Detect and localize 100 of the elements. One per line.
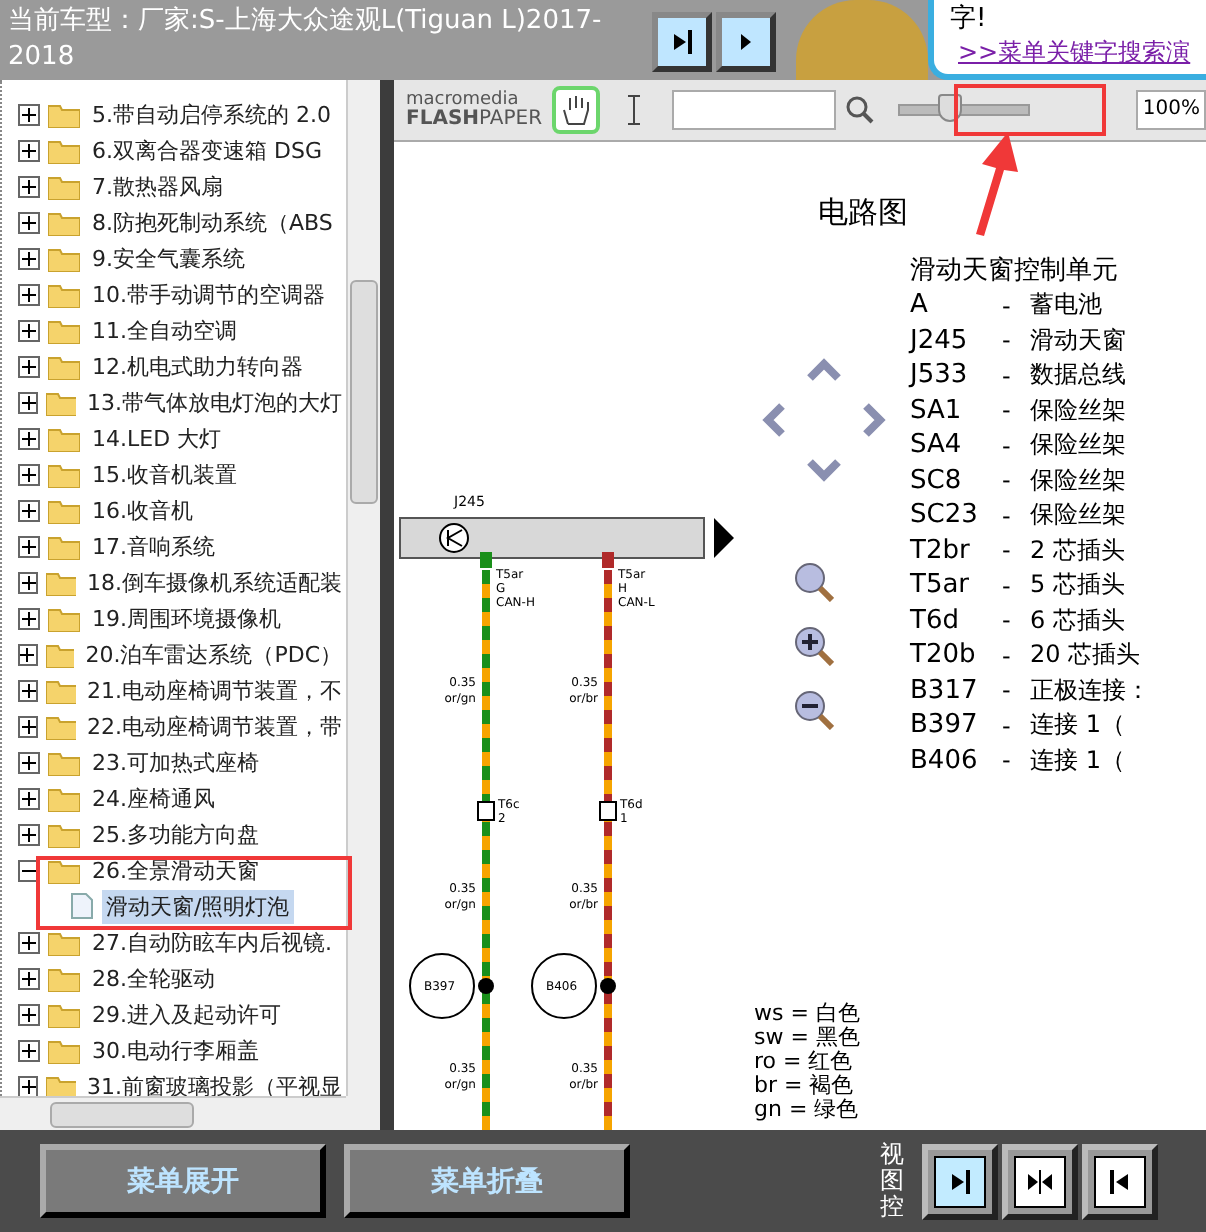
plus-icon: [20, 647, 35, 661]
plus-icon: [21, 683, 36, 697]
pan-arrows-icon[interactable]: [762, 358, 886, 482]
tree-item[interactable]: 17.音响系统: [88, 529, 219, 563]
tree-item[interactable]: 24.座椅通风: [88, 781, 219, 815]
magnifier-icon[interactable]: [794, 562, 834, 602]
tree-item[interactable]: 30.电动行李厢盖: [88, 1033, 263, 1067]
expand-toggle[interactable]: [18, 1039, 40, 1061]
component-code: T6d: [910, 605, 961, 636]
folder-icon: [48, 209, 80, 235]
plus-icon: [21, 395, 36, 409]
expand-toggle[interactable]: [18, 427, 40, 449]
expand-toggle[interactable]: [18, 607, 40, 629]
component-code: J245: [910, 325, 970, 356]
folder-icon: [46, 389, 75, 415]
expand-toggle[interactable]: [18, 751, 40, 773]
connector-icon: [599, 801, 617, 821]
plus-icon: [22, 143, 36, 157]
component-code: A: [910, 290, 930, 321]
tree-item[interactable]: 9.安全气囊系统: [88, 241, 249, 275]
folder-icon: [48, 785, 80, 811]
plus-icon: [22, 467, 36, 481]
tree-item[interactable]: 12.机电式助力转向器: [88, 349, 307, 383]
toggle-button[interactable]: [716, 12, 776, 72]
tree-item[interactable]: 27.自动防眩车内后视镜.: [88, 925, 336, 959]
expand-toggle[interactable]: [18, 679, 39, 701]
expand-toggle[interactable]: [18, 787, 40, 809]
expand-toggle[interactable]: [18, 931, 40, 953]
component-description: 保险丝架: [1030, 498, 1126, 533]
folder-icon: [48, 137, 80, 163]
folder-icon: [46, 677, 75, 703]
tree-item[interactable]: 5.带自动启停系统的 2.0: [88, 97, 335, 131]
expand-toggle[interactable]: [18, 247, 40, 269]
expand-toggle[interactable]: [18, 715, 39, 737]
expand-toggle[interactable]: [18, 535, 40, 557]
plus-icon: [21, 575, 36, 589]
expand-toggle[interactable]: [18, 103, 40, 125]
component-code: T2br: [910, 535, 972, 566]
expand-toggle[interactable]: [18, 319, 40, 341]
horizontal-scrollbar[interactable]: [0, 1096, 346, 1130]
tree-item[interactable]: 滑动天窗/照明灯泡: [102, 889, 294, 923]
tree-item[interactable]: 21.电动座椅调节装置，不: [83, 673, 346, 707]
text-cursor-icon: [626, 94, 643, 126]
view-control-label: 视图控: [880, 1141, 904, 1221]
tree-item[interactable]: 25.多功能方向盘: [88, 817, 263, 851]
component-code: T5ar: [910, 570, 972, 601]
plus-icon: [22, 215, 36, 229]
tree-item[interactable]: 28.全轮驱动: [88, 961, 219, 995]
expand-toggle[interactable]: [18, 175, 40, 197]
tree-item[interactable]: 7.散热器风扇: [88, 169, 227, 203]
zoom-out-icon[interactable]: [794, 690, 834, 730]
tree-item[interactable]: 16.收音机: [88, 493, 197, 527]
tree-item[interactable]: 20.泊车雷达系统（PDC）: [81, 637, 346, 671]
expand-toggle[interactable]: [18, 1003, 40, 1025]
tree-item[interactable]: 10.带手动调节的空调器: [88, 277, 329, 311]
document-icon: [70, 892, 94, 920]
expand-toggle[interactable]: [18, 139, 40, 161]
expand-toggle[interactable]: [18, 967, 40, 989]
tree-item[interactable]: 19.周围环境摄像机: [88, 601, 285, 635]
view-button[interactable]: [1002, 1143, 1078, 1219]
expand-toggle[interactable]: [18, 391, 39, 413]
plus-icon: [22, 323, 36, 337]
component-code: SA1: [910, 395, 964, 426]
expand-toggle[interactable]: [18, 643, 38, 665]
dash: -: [1002, 641, 1013, 670]
tree-item[interactable]: 22.电动座椅调节装置，带: [83, 709, 346, 743]
tree-item[interactable]: 15.收音机装置: [88, 457, 241, 491]
search-demo-link[interactable]: >>菜单关键字搜索演: [950, 38, 1191, 66]
view-button[interactable]: [1082, 1143, 1158, 1219]
page-heading: 电路图: [816, 194, 910, 232]
tree-item[interactable]: 14.LED 大灯: [88, 421, 226, 455]
zoom-field[interactable]: 100%: [1136, 90, 1206, 130]
expand-toggle[interactable]: [18, 1075, 39, 1096]
tree-item[interactable]: 23.可加热式座椅: [88, 745, 263, 779]
folder-icon: [48, 497, 80, 523]
zoom-in-icon[interactable]: [794, 626, 834, 666]
tree-item[interactable]: 13.带气体放电灯泡的大灯: [83, 385, 346, 419]
tree-item[interactable]: 11.全自动空调: [88, 313, 241, 347]
expand-toggle[interactable]: [18, 283, 40, 305]
expand-toggle[interactable]: [18, 571, 39, 593]
tree-item[interactable]: 18.倒车摄像机系统适配装: [83, 565, 346, 599]
component-code: B397: [910, 710, 980, 741]
plus-icon: [21, 719, 36, 733]
tree-item[interactable]: 6.双离合器变速箱 DSG: [88, 133, 326, 167]
tree-item[interactable]: 26.全景滑动天窗: [88, 853, 263, 887]
color-legend-entry: ro = 红色: [754, 1050, 855, 1074]
view-button[interactable]: [922, 1143, 998, 1219]
tree-item[interactable]: 8.防抱死制动系统（ABS: [88, 205, 337, 239]
expand-toggle[interactable]: [18, 463, 40, 485]
component-description: 连接 1（: [1030, 708, 1125, 743]
hand-tool[interactable]: [552, 86, 601, 134]
tree-item[interactable]: 29.进入及起动许可: [88, 997, 285, 1031]
folder-icon: [48, 461, 80, 487]
forward-button[interactable]: [652, 12, 712, 72]
expand-toggle[interactable]: [18, 211, 40, 233]
search-field[interactable]: [672, 90, 837, 130]
expand-toggle[interactable]: [18, 823, 40, 845]
expand-toggle[interactable]: [18, 355, 40, 377]
vertical-scrollbar[interactable]: [346, 80, 380, 1096]
expand-toggle[interactable]: [18, 499, 40, 521]
